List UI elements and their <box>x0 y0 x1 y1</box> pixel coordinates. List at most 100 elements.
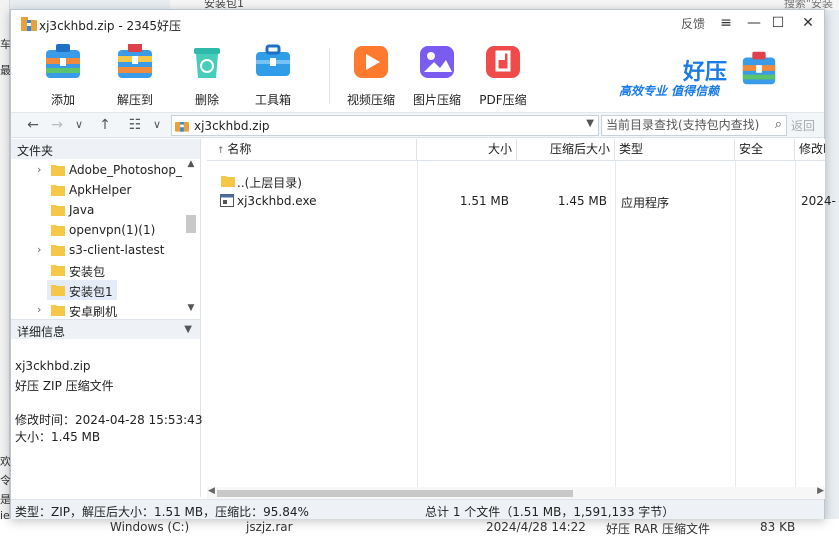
toolbox-button[interactable]: 工具箱 <box>243 40 303 108</box>
scroll-thumb[interactable] <box>217 490 573 497</box>
folder-name: 安装包 <box>69 265 106 279</box>
extract-label: 解压到 <box>116 93 153 107</box>
file-list: ↑ 名称 大小 压缩后大小 类型 安全 修改时 ..(上层目录) xj3ckhb… <box>207 139 836 487</box>
table-row[interactable]: xj3ckhbd.exe 1.51 MB 1.45 MB 应用程序 2024- <box>207 191 836 211</box>
video-compress-label: 视频压缩 <box>346 93 395 107</box>
row-name: xj3ckhbd.exe <box>237 194 317 208</box>
detail-modified: 修改时间：2024-04-28 15:53:43 <box>15 413 203 427</box>
scroll-right-icon[interactable]: ▶ <box>817 486 824 496</box>
folder-item[interactable]: 安装包 <box>11 260 183 280</box>
folder-scrollbar[interactable]: ▲ ▼ <box>184 159 198 317</box>
detail-size: 大小：1.45 MB <box>15 430 101 444</box>
maximize-button[interactable]: ☐ <box>767 13 789 33</box>
column-packed-size[interactable]: 压缩后大小 <box>517 139 615 161</box>
folder-icon <box>221 176 235 187</box>
status-bar: 类型：ZIP，解压后大小：1.51 MB，压缩比：95.84% 总计 1 个文件… <box>11 499 824 519</box>
row-packed-size: 1.45 MB <box>557 194 607 208</box>
folder-item[interactable]: › Adobe_Photoshop_ <box>11 160 183 180</box>
add-label: 添加 <box>50 93 75 107</box>
details-pane-header[interactable]: 详细信息 ▼ <box>11 319 200 339</box>
status-total: 总计 1 个文件（1.51 MB，1,591,133 字节） <box>425 505 675 519</box>
row-size: 1.51 MB <box>459 194 509 208</box>
folder-item[interactable]: ApkHelper <box>11 180 183 200</box>
toolbox-icon <box>256 44 290 76</box>
video-compress-icon <box>354 46 388 78</box>
file-list-header: ↑ 名称 大小 压缩后大小 类型 安全 修改时 <box>207 139 825 161</box>
haozip-window: xj3ckhbd.zip - 2345好压 反馈 ≡ — ☐ ✕ 添加 解压到 <box>10 9 836 519</box>
delete-label: 删除 <box>194 93 219 107</box>
toolbox-label: 工具箱 <box>254 93 291 107</box>
extract-icon <box>118 44 152 78</box>
history-dropdown-icon[interactable]: ∨ <box>69 116 89 134</box>
background-window-edge: 车 最 欢 令 是 ie <box>0 0 11 537</box>
sort-up-icon: ↑ <box>217 146 228 156</box>
feedback-link[interactable]: 反馈 <box>681 15 705 32</box>
up-arrow-icon[interactable]: ↑ <box>95 116 115 134</box>
scroll-down-icon[interactable]: ▼ <box>184 303 198 313</box>
add-button[interactable]: 添加 <box>33 40 93 108</box>
path-text: xj3ckhbd.zip <box>194 119 270 133</box>
pdf-compress-button[interactable]: PDF压缩 <box>473 40 533 108</box>
folder-item[interactable]: openvpn(1)(1) <box>11 220 183 240</box>
bg-date: 2024/4/28 14:22 <box>486 520 586 534</box>
image-compress-label: 图片压缩 <box>412 93 461 107</box>
menu-button[interactable]: ≡ <box>715 13 737 33</box>
scroll-up-icon[interactable]: ▲ <box>184 159 198 169</box>
folder-item[interactable]: › s3-client-lastest <box>11 240 183 260</box>
extract-button[interactable]: 解压到 <box>105 40 165 108</box>
column-name[interactable]: ↑ 名称 <box>207 139 417 161</box>
folder-icon <box>51 265 65 276</box>
view-dropdown-icon[interactable]: ∨ <box>147 116 167 134</box>
forward-arrow-icon[interactable]: → <box>47 116 67 134</box>
folder-icon <box>51 205 65 216</box>
back-arrow-icon[interactable]: ← <box>23 116 43 134</box>
folder-item[interactable]: › 安卓刷机 <box>11 300 183 317</box>
row-name: ..(上层目录) <box>237 176 302 190</box>
window-title: xj3ckhbd.zip - 2345好压 <box>39 19 182 33</box>
bg-file: jszjz.rar <box>246 520 293 534</box>
search-icon[interactable]: ⌕ <box>775 117 782 132</box>
expand-arrow-icon[interactable]: › <box>37 243 41 256</box>
search-input[interactable] <box>602 116 762 134</box>
navigation-bar: ← → ∨ ↑ ☷ ∨ xj3ckhbd.zip ▼ ⌕ 返回 <box>11 112 824 138</box>
video-compress-button[interactable]: 视频压缩 <box>341 40 401 108</box>
add-archive-icon <box>46 44 80 78</box>
expand-arrow-icon[interactable]: › <box>37 303 41 316</box>
folder-item[interactable]: Java <box>11 200 183 220</box>
bg-drive: Windows (C:) <box>110 520 190 534</box>
scroll-thumb[interactable] <box>186 215 196 233</box>
detail-filename: xj3ckhbd.zip <box>15 359 91 373</box>
image-compress-button[interactable]: 图片压缩 <box>407 40 467 108</box>
expand-arrow-icon[interactable]: › <box>37 163 41 176</box>
horizontal-scrollbar[interactable]: ◀ ▶ <box>207 486 825 499</box>
folder-icon <box>51 245 65 256</box>
view-mode-icon[interactable]: ☷ <box>125 116 145 134</box>
pdf-compress-icon <box>486 46 520 78</box>
close-button[interactable]: ✕ <box>797 13 819 33</box>
folder-item-selected[interactable]: 安装包1 <box>47 280 117 300</box>
delete-button[interactable]: 删除 <box>177 40 237 108</box>
column-size[interactable]: 大小 <box>417 139 517 161</box>
path-bar[interactable]: xj3ckhbd.zip ▼ <box>171 115 599 136</box>
folder-icon <box>51 185 65 196</box>
table-row-parent-dir[interactable]: ..(上层目录) <box>207 171 825 191</box>
column-security[interactable]: 安全 <box>735 139 795 161</box>
status-archive-info: 类型：ZIP，解压后大小：1.51 MB，压缩比：95.84% <box>15 505 309 519</box>
exe-icon <box>220 194 234 207</box>
folder-name: 安卓刷机 <box>69 305 118 317</box>
recycle-bin-icon <box>194 48 220 78</box>
folder-name: Adobe_Photoshop_ <box>69 163 183 177</box>
details-pane-title: 详细信息 <box>17 325 66 339</box>
details-pane: 详细信息 ▼ xj3ckhbd.zip 好压 ZIP 压缩文件 修改时间：202… <box>11 319 203 497</box>
column-modified[interactable]: 修改时 <box>795 139 825 161</box>
minimize-button[interactable]: — <box>743 13 765 33</box>
collapse-caret-icon[interactable]: ▼ <box>184 324 192 335</box>
toolbar-separator <box>329 48 330 104</box>
zip-archive-icon <box>21 17 37 31</box>
folder-tree-pane: 文件夹 › Adobe_Photoshop_ ApkHelper Java op… <box>11 139 201 319</box>
folder-name: 安装包1 <box>69 285 113 299</box>
column-type[interactable]: 类型 <box>615 139 735 161</box>
scroll-left-icon[interactable]: ◀ <box>208 486 215 496</box>
path-dropdown-icon[interactable]: ▼ <box>586 118 594 129</box>
return-button[interactable]: 返回 <box>791 117 815 134</box>
